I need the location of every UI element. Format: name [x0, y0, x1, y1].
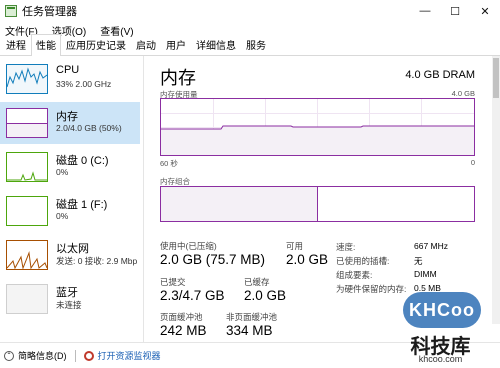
tab-services[interactable]: 服务: [241, 34, 271, 55]
scrollbar-thumb[interactable]: [493, 58, 499, 98]
tab-startup[interactable]: 启动: [131, 34, 161, 55]
committed-label: 已提交: [160, 277, 186, 287]
sidebar-item-disk1[interactable]: 磁盘 1 (F:) 0%: [0, 190, 140, 232]
tab-details[interactable]: 详细信息: [191, 34, 241, 55]
detail-value: 无: [414, 256, 423, 266]
page-title: 内存: [160, 68, 196, 88]
resource-monitor-icon[interactable]: [83, 350, 94, 361]
sidebar-item-label: 蓝牙: [56, 287, 78, 299]
cpu-thumbnail: [6, 64, 48, 94]
memory-thumbnail: [6, 108, 48, 138]
ethernet-thumbnail: [6, 240, 48, 270]
paged-pool-value: 242 MB: [160, 323, 207, 338]
scrollbar[interactable]: [492, 56, 500, 324]
sidebar-item-label: 磁盘 0 (C:): [56, 155, 109, 167]
watermark: KHCoo 科技库 khcoo.com: [393, 292, 488, 366]
open-resource-monitor-link[interactable]: 打开资源监视器: [98, 349, 161, 362]
title-bar: 任务管理器 — ☐ ✕: [0, 0, 500, 22]
sidebar-item-ethernet[interactable]: 以太网 发送: 0 接收: 2.9 Mbp: [0, 234, 140, 276]
fewer-details-link[interactable]: 简略信息(D): [18, 349, 67, 362]
tab-processes[interactable]: 进程: [1, 34, 31, 55]
cached-label: 已缓存: [244, 277, 270, 287]
detail-label: 组成要素:: [336, 270, 373, 280]
sidebar-item-sub: 未连接: [56, 300, 82, 310]
detail-label: 速度:: [336, 242, 356, 252]
memory-usage-graph: [160, 98, 475, 156]
bluetooth-thumbnail: [6, 284, 48, 314]
window-title: 任务管理器: [22, 6, 77, 18]
watermark-logo: KHCoo: [403, 292, 481, 328]
in-use-value: 2.0 GB (75.7 MB): [160, 252, 266, 267]
memory-composition-bar: [160, 186, 475, 222]
minimize-button[interactable]: —: [410, 0, 440, 22]
available-value: 2.0 GB: [286, 252, 329, 267]
sidebar-item-label: 以太网: [56, 243, 89, 255]
committed-value: 2.3/4.7 GB: [160, 288, 225, 303]
tab-users[interactable]: 用户: [161, 34, 191, 55]
usage-max: 4.0 GB: [451, 89, 475, 98]
sidebar-item-sub: 0%: [56, 211, 69, 221]
tab-performance[interactable]: 性能: [31, 34, 61, 56]
resource-sidebar: CPU 33% 2.00 GHz 内存 2.0/4.0 GB (50%) 磁盘 …: [0, 56, 144, 342]
task-manager-icon: [5, 5, 17, 17]
chevron-up-icon[interactable]: ⌃: [4, 350, 14, 361]
sidebar-item-label: 内存: [56, 111, 78, 123]
sidebar-item-sub: 33% 2.00 GHz: [56, 79, 112, 89]
detail-value: DIMM: [414, 269, 437, 279]
composition-in-use: [161, 187, 318, 221]
available-label: 可用: [286, 241, 304, 251]
sidebar-item-sub: 0%: [56, 167, 69, 177]
detail-value: 667 MHz: [414, 241, 449, 251]
tab-bar: 进程 性能 应用历史记录 启动 用户 详细信息 服务: [0, 34, 500, 56]
sidebar-item-label: 磁盘 1 (F:): [56, 199, 108, 211]
in-use-label: 使用中(已压缩): [160, 241, 217, 251]
sidebar-item-cpu[interactable]: CPU 33% 2.00 GHz: [0, 58, 140, 100]
tab-app-history[interactable]: 应用历史记录: [61, 34, 131, 55]
sidebar-item-memory[interactable]: 内存 2.0/4.0 GB (50%): [0, 102, 140, 144]
detail-label: 已使用的插槽:: [336, 256, 390, 266]
maximize-button[interactable]: ☐: [440, 0, 470, 22]
graph-time-right: 0: [470, 158, 475, 167]
paged-pool-label: 页面缓冲池: [160, 312, 203, 322]
watermark-url: khcoo.com: [418, 354, 463, 364]
close-button[interactable]: ✕: [470, 0, 500, 22]
disk0-thumbnail: [6, 152, 48, 182]
sidebar-item-sub: 2.0/4.0 GB (50%): [56, 123, 122, 133]
sidebar-item-label: CPU: [56, 64, 80, 76]
cached-value: 2.0 GB: [244, 288, 287, 303]
disk1-thumbnail: [6, 196, 48, 226]
nonpaged-pool-label: 非页面缓冲池: [226, 312, 278, 322]
divider: [74, 349, 76, 362]
memory-total: 4.0 GB DRAM: [405, 69, 475, 81]
graph-time-left: 60 秒: [160, 159, 178, 168]
nonpaged-pool-value: 334 MB: [226, 323, 273, 338]
sidebar-item-disk0[interactable]: 磁盘 0 (C:) 0%: [0, 146, 140, 188]
sidebar-item-bluetooth[interactable]: 蓝牙 未连接: [0, 278, 140, 320]
sidebar-item-sub: 发送: 0 接收: 2.9 Mbp: [56, 256, 138, 266]
